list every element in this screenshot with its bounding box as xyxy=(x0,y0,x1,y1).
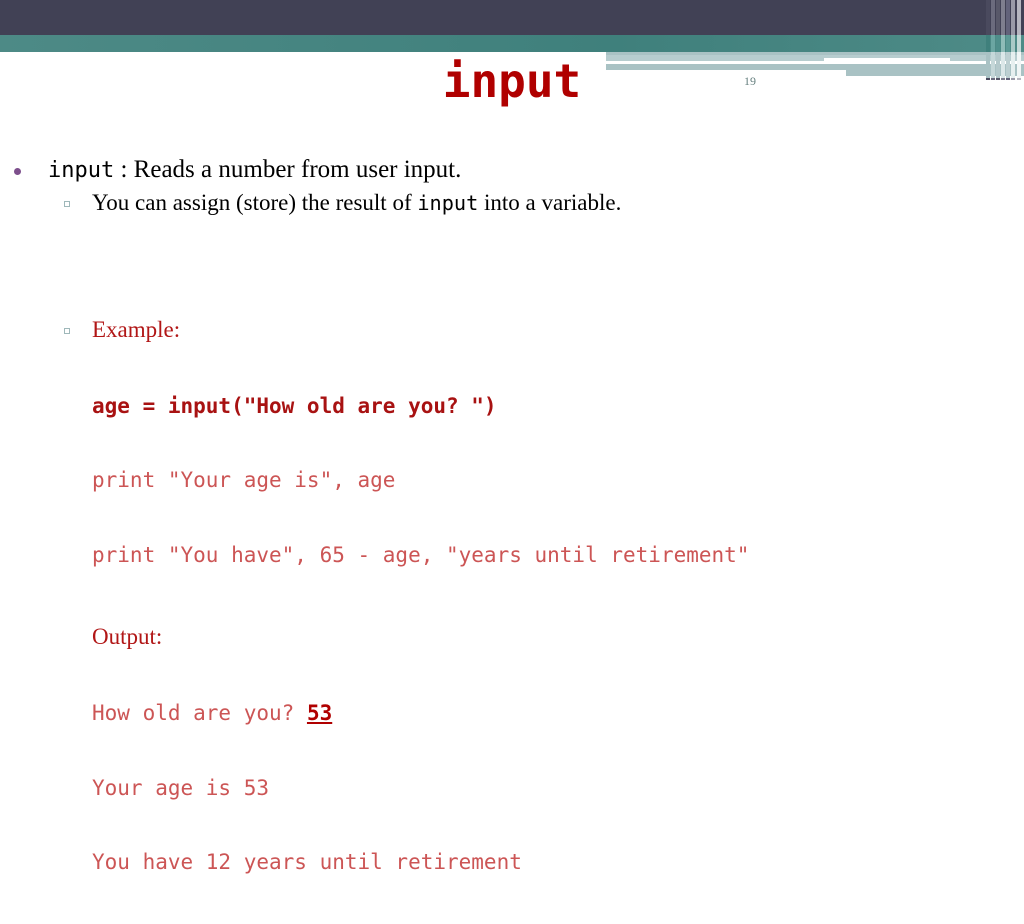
page-number: 19 xyxy=(744,74,756,88)
bullet-square-icon xyxy=(64,201,70,207)
bullet-square-icon-example xyxy=(64,327,70,334)
header-dark-band xyxy=(0,0,1024,35)
inline-code-input-2: input xyxy=(417,191,479,215)
bullet-secondary-text-before: You can assign (store) the result of xyxy=(92,190,418,215)
header-teal-band xyxy=(0,35,1024,52)
slide-body: input : Reads a number from user input. … xyxy=(0,155,1024,924)
output-line: You have 12 years until retirement xyxy=(92,850,522,875)
output-line: Your age is 53 xyxy=(92,775,270,800)
output-line-prompt: How old are you? 53 xyxy=(92,701,1024,726)
bullet-primary-text: : Reads a number from user input. xyxy=(114,156,462,183)
example-output-block: How old are you? 53 Your age is 53 You h… xyxy=(92,652,1024,924)
bullet-dot-icon xyxy=(14,168,21,175)
code-line: print "Your age is", age xyxy=(92,468,396,493)
bullet-item-example: Example: xyxy=(0,316,1024,345)
bullet-secondary-text-after: into a variable. xyxy=(478,190,622,215)
code-line: age = input("How old are you? ") xyxy=(92,394,497,419)
output-user-answer: 53 xyxy=(306,701,333,726)
example-label: Example: xyxy=(92,316,181,342)
inline-code-input-1: input xyxy=(48,158,115,183)
bullet-item-secondary: You can assign (store) the result of inp… xyxy=(0,189,1024,218)
code-line: print "You have", 65 - age, "years until… xyxy=(92,542,750,567)
example-code-block: age = input("How old are you? ") print "… xyxy=(92,345,1024,617)
output-prompt-text: How old are you? xyxy=(92,701,307,726)
page-title: input xyxy=(442,54,582,108)
bullet-item-primary: input : Reads a number from user input. xyxy=(0,155,1024,185)
header-right-stripes-teal xyxy=(986,35,1024,52)
vertical-spacer xyxy=(0,218,1024,316)
output-label: Output: xyxy=(92,623,163,649)
